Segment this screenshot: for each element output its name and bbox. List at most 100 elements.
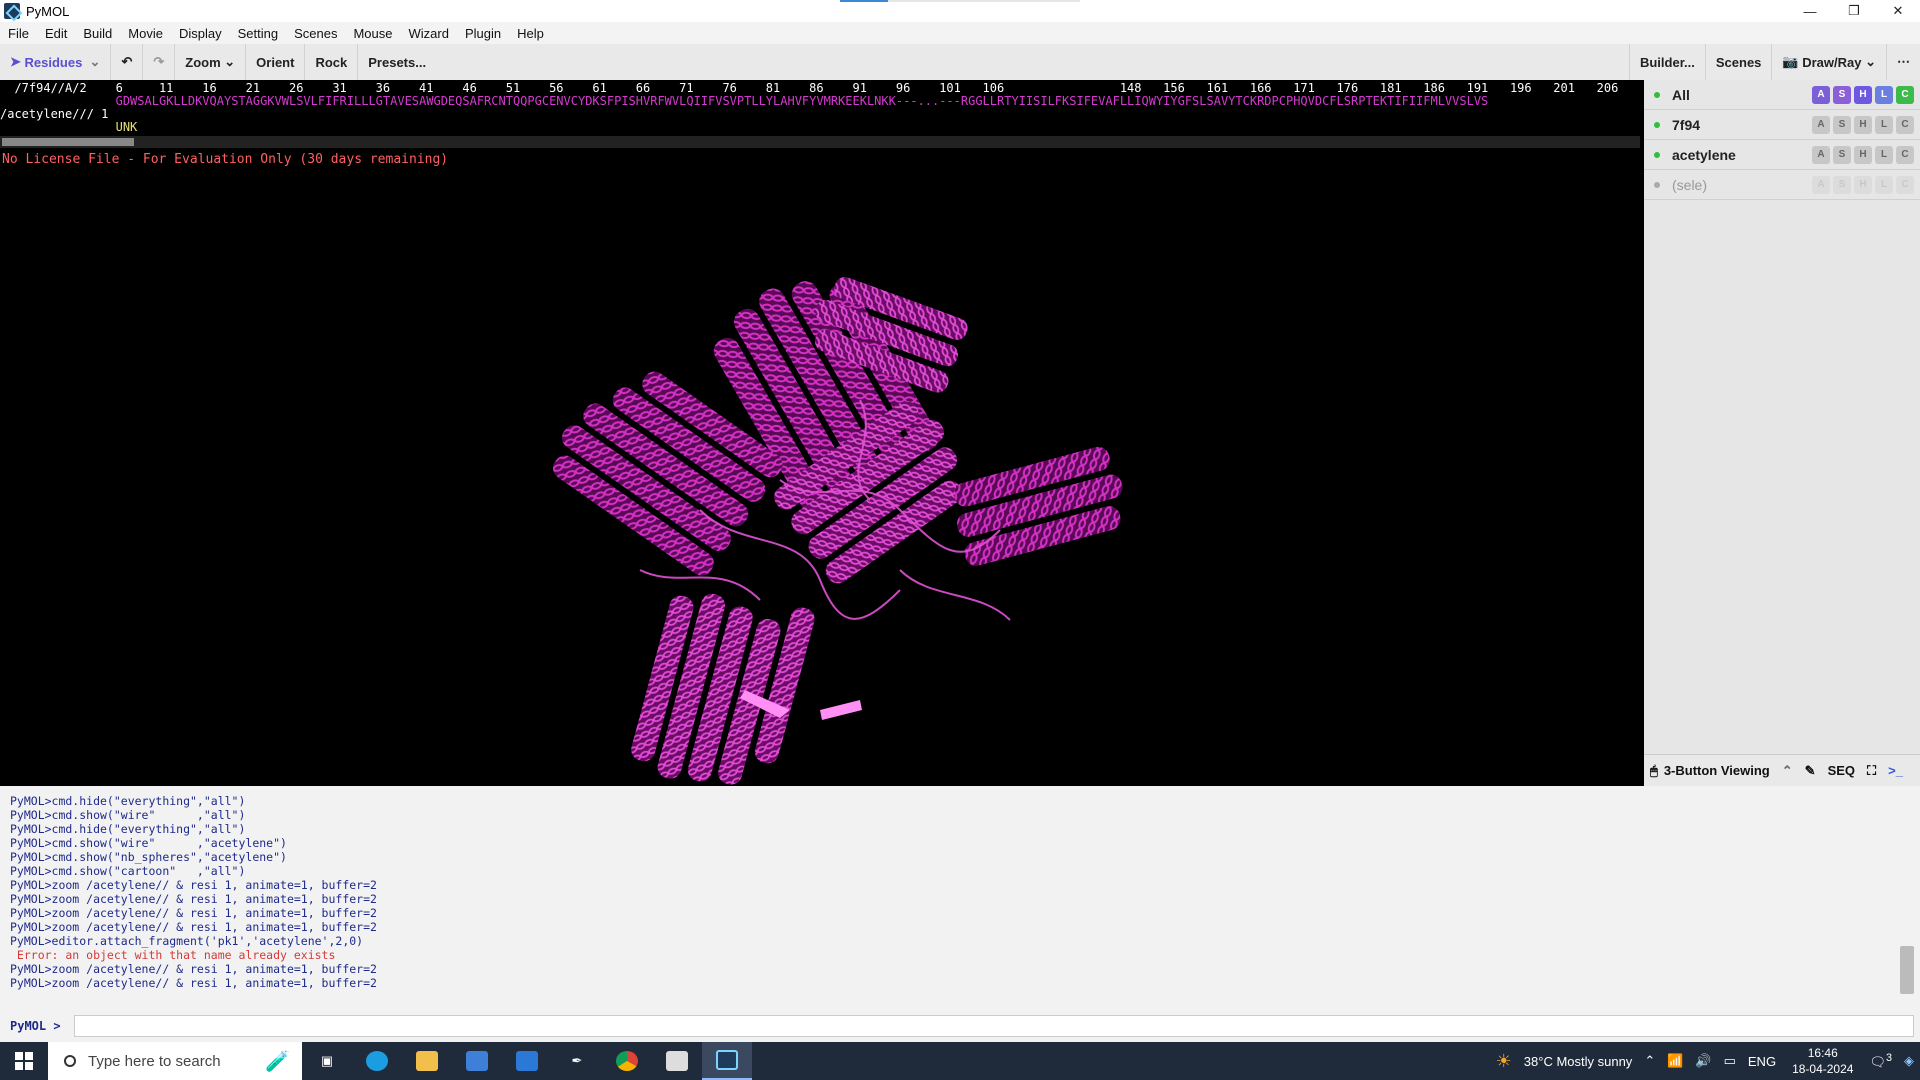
pen-icon[interactable]: ✒ — [552, 1042, 602, 1080]
battery-icon[interactable]: ▭ — [1718, 1053, 1742, 1069]
action-button[interactable]: A — [1812, 175, 1830, 194]
hide-button[interactable]: H — [1854, 175, 1872, 194]
action-button[interactable]: A — [1812, 145, 1830, 164]
sequence-scrollbar-thumb[interactable] — [2, 138, 134, 146]
color-button[interactable]: C — [1896, 175, 1914, 194]
volume-icon[interactable]: 🔊 — [1689, 1053, 1717, 1069]
console-icon[interactable]: >_ — [1882, 763, 1909, 778]
enabled-indicator[interactable] — [1654, 181, 1660, 188]
label-button[interactable]: L — [1875, 145, 1893, 164]
copilot-icon[interactable]: ◈ — [1898, 1053, 1920, 1069]
language-indicator[interactable]: ENG — [1742, 1054, 1782, 1069]
label-button[interactable]: L — [1875, 115, 1893, 134]
object-name[interactable]: acetylene — [1672, 147, 1812, 163]
console-scrollbar[interactable] — [1900, 946, 1914, 994]
residues-dropdown[interactable]: ➤ Residues ⌄ — [0, 44, 112, 80]
presets-button[interactable]: Presets... — [358, 44, 436, 80]
chrome-icon[interactable] — [602, 1042, 652, 1080]
zoom-dropdown[interactable]: Zoom ⌄ — [175, 44, 247, 80]
menu-wizard[interactable]: Wizard — [400, 26, 456, 41]
edge-icon[interactable] — [352, 1042, 402, 1080]
clock[interactable]: 16:46 18-04-2024 — [1782, 1045, 1863, 1077]
file-explorer-icon[interactable] — [402, 1042, 452, 1080]
magic-wand-icon[interactable]: ✎ — [1799, 763, 1822, 779]
show-button[interactable]: S — [1833, 115, 1851, 134]
object-row-7f94[interactable]: 7f94 A S H L C — [1644, 110, 1920, 140]
store-icon[interactable] — [452, 1042, 502, 1080]
console-output[interactable]: PyMOL>cmd.hide("everything","all") PyMOL>… — [0, 786, 1920, 1010]
restore-icon[interactable]: ❐ — [1832, 0, 1876, 22]
action-button[interactable]: A — [1812, 85, 1830, 104]
show-button[interactable]: S — [1833, 85, 1851, 104]
sequence-unk-residue[interactable]: UNK — [0, 121, 138, 134]
minimize-icon[interactable]: — — [1788, 0, 1832, 22]
hide-button[interactable]: H — [1854, 85, 1872, 104]
object-name[interactable]: All — [1672, 87, 1812, 103]
label-button[interactable]: L — [1875, 175, 1893, 194]
enabled-indicator[interactable] — [1654, 91, 1660, 98]
scenes-button[interactable]: Scenes — [1704, 44, 1772, 80]
command-input[interactable] — [74, 1015, 1914, 1037]
color-button[interactable]: C — [1896, 85, 1914, 104]
label-button[interactable]: L — [1875, 85, 1893, 104]
orient-button[interactable]: Orient — [246, 44, 306, 80]
pymol-taskbar-icon[interactable] — [702, 1042, 752, 1080]
object-row-all[interactable]: All A S H L C — [1644, 80, 1920, 110]
menu-help[interactable]: Help — [509, 26, 552, 41]
weather-icon[interactable]: ☀ — [1490, 1051, 1518, 1072]
seq-toggle[interactable]: SEQ — [1822, 763, 1861, 778]
sequence-residues[interactable]: GDWSALGKLLDKVQAYSTAGGKVWLSVLFIFRILLLGTAV… — [0, 95, 1489, 108]
action-button[interactable]: A — [1812, 115, 1830, 134]
builder-button[interactable]: Builder... — [1628, 44, 1705, 80]
fullscreen-icon[interactable]: ⛶ — [1861, 763, 1882, 779]
sequence-scrollbar[interactable] — [0, 136, 1640, 148]
task-view-icon[interactable]: ▣ — [302, 1042, 352, 1080]
scenes-label: Scenes — [1715, 54, 1762, 70]
tray-chevron-icon[interactable]: ⌃ — [1638, 1053, 1661, 1069]
chevron-up-icon[interactable]: ⌃ — [1776, 763, 1799, 779]
terminal-window-icon[interactable] — [652, 1042, 702, 1080]
object-row-sele[interactable]: (sele) A S H L C — [1644, 170, 1920, 200]
mouse-mode-selector[interactable]: 3-Button Viewing — [1664, 763, 1776, 778]
molecular-viewport[interactable]: No License File - For Evaluation Only (3… — [0, 150, 1640, 786]
protein-cartoon[interactable] — [0, 150, 1640, 786]
chevron-down-icon: ⌄ — [1861, 54, 1876, 69]
undo-button[interactable]: ↶ — [111, 44, 144, 80]
taskbar-apps: ▣ ✒ — [302, 1042, 752, 1080]
menu-plugin[interactable]: Plugin — [457, 26, 509, 41]
close-icon[interactable]: ✕ — [1876, 0, 1920, 22]
mail-icon[interactable] — [502, 1042, 552, 1080]
menu-scenes[interactable]: Scenes — [286, 26, 345, 41]
rock-button[interactable]: Rock — [305, 44, 359, 80]
menu-setting[interactable]: Setting — [230, 26, 286, 41]
network-icon[interactable]: 📶 — [1661, 1053, 1689, 1069]
redo-button[interactable]: ↷ — [143, 44, 176, 80]
menu-display[interactable]: Display — [171, 26, 230, 41]
enabled-indicator[interactable] — [1654, 151, 1660, 158]
taskbar-search[interactable]: Type here to search 🧪 — [48, 1042, 302, 1080]
console-line: PyMOL>cmd.show("wire" ,"all") — [10, 808, 246, 822]
more-options-button[interactable]: ⋯ — [1886, 44, 1920, 80]
show-button[interactable]: S — [1833, 175, 1851, 194]
weather-text[interactable]: 38°C Mostly sunny — [1518, 1054, 1639, 1069]
object-name[interactable]: (sele) — [1672, 177, 1812, 193]
object-name[interactable]: 7f94 — [1672, 117, 1812, 133]
show-button[interactable]: S — [1833, 145, 1851, 164]
color-button[interactable]: C — [1896, 115, 1914, 134]
menu-build[interactable]: Build — [75, 26, 120, 41]
hide-button[interactable]: H — [1854, 115, 1872, 134]
menu-edit[interactable]: Edit — [37, 26, 75, 41]
pymol-app-icon — [4, 3, 20, 19]
start-button[interactable] — [0, 1042, 48, 1080]
toolbar-right: Builder... Scenes 📷 Draw/Ray ⌄ ⋯ — [1628, 44, 1920, 80]
color-button[interactable]: C — [1896, 145, 1914, 164]
notification-icon[interactable]: 🗨3 — [1863, 1052, 1898, 1070]
menu-movie[interactable]: Movie — [120, 26, 171, 41]
chevron-down-icon: ⌄ — [220, 54, 236, 69]
object-row-acetylene[interactable]: acetylene A S H L C — [1644, 140, 1920, 170]
hide-button[interactable]: H — [1854, 145, 1872, 164]
enabled-indicator[interactable] — [1654, 121, 1660, 128]
draw-ray-button[interactable]: 📷 Draw/Ray ⌄ — [1771, 44, 1886, 80]
menu-mouse[interactable]: Mouse — [345, 26, 400, 41]
menu-file[interactable]: File — [0, 26, 37, 41]
